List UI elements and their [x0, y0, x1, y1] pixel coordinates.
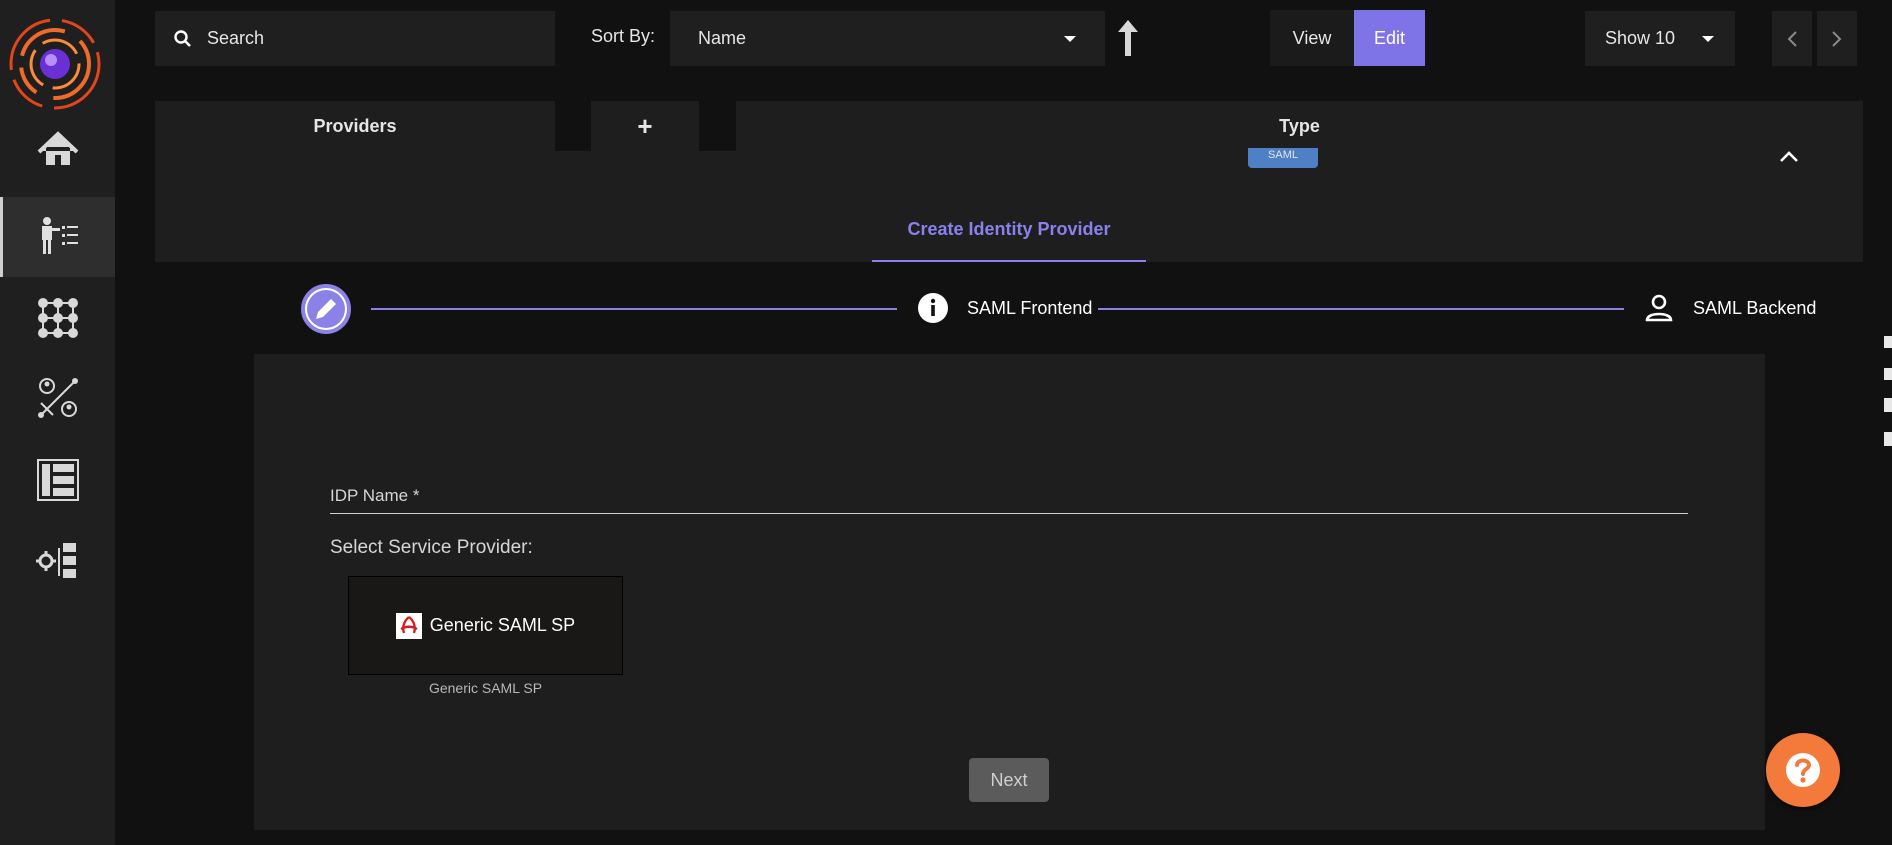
home-icon	[37, 131, 78, 165]
sidebar-item-layout[interactable]	[0, 440, 115, 520]
column-header-type-label: Type	[1279, 115, 1320, 136]
next-button[interactable]: Next	[969, 758, 1049, 802]
column-header-type[interactable]: Type	[736, 101, 1863, 151]
logo-icon	[9, 18, 101, 110]
page-size-value: Show 10	[1605, 28, 1676, 48]
step-saml-frontend-label: SAML Frontend	[967, 298, 1093, 318]
step-edit[interactable]	[301, 284, 351, 334]
service-provider-card-generic-saml[interactable]: Generic SAML SP	[348, 576, 623, 675]
view-button[interactable]: View	[1270, 10, 1354, 66]
next-page-button[interactable]	[1817, 11, 1857, 66]
column-header-providers-label: Providers	[313, 115, 397, 136]
add-provider-button[interactable]: +	[591, 101, 699, 151]
sidebar-item-home[interactable]	[0, 110, 115, 190]
sidebar-item-grid[interactable]	[0, 278, 115, 358]
sort-direction-button[interactable]	[1112, 18, 1144, 58]
type-badge: SAML	[1248, 148, 1318, 168]
chevron-up-icon	[1780, 151, 1798, 162]
page-size-select[interactable]: Show 10	[1585, 11, 1735, 66]
help-button[interactable]	[1766, 733, 1840, 807]
service-provider-caption: Generic SAML SP	[428, 680, 543, 696]
tab-create-identity-provider[interactable]: Create Identity Provider	[872, 199, 1146, 262]
search-box[interactable]	[155, 11, 555, 66]
layout-list-icon	[36, 459, 79, 501]
step-connector	[371, 308, 897, 310]
sidebar-item-providers[interactable]	[0, 197, 115, 277]
column-header-providers[interactable]: Providers	[155, 101, 555, 151]
presenter-list-icon	[42, 217, 78, 254]
saml-logo-icon	[395, 612, 422, 639]
chevron-left-icon	[1787, 30, 1797, 47]
search-icon	[174, 29, 191, 47]
plus-icon: +	[637, 110, 653, 141]
sidebar	[0, 0, 115, 845]
app-logo[interactable]	[7, 16, 103, 112]
edge-fragment	[1884, 398, 1892, 412]
sidebar-item-settings[interactable]	[0, 521, 115, 601]
node-grid-icon	[37, 298, 78, 338]
search-input[interactable]	[205, 27, 529, 50]
step-saml-backend-icon[interactable]	[1643, 292, 1675, 324]
arrow-up-icon	[1118, 20, 1138, 56]
person-icon	[1645, 294, 1673, 322]
user-network-icon	[37, 378, 78, 418]
step-saml-frontend-icon[interactable]	[917, 292, 949, 324]
idp-name-input[interactable]	[330, 478, 1688, 514]
prev-page-button[interactable]	[1772, 11, 1812, 66]
edge-fragment	[1884, 368, 1892, 380]
sort-select-value: Name	[698, 28, 747, 48]
step-connector	[1098, 308, 1624, 310]
sidebar-item-users-network[interactable]	[0, 358, 115, 438]
info-icon	[918, 293, 948, 323]
caret-down-icon	[1064, 35, 1076, 42]
sort-by-label: Sort By:	[591, 26, 656, 46]
tab-create-identity-provider-label: Create Identity Provider	[907, 219, 1111, 239]
view-edit-toggle: View Edit	[1270, 10, 1425, 66]
edit-button[interactable]: Edit	[1354, 10, 1425, 66]
pencil-icon	[301, 284, 351, 334]
sort-select[interactable]: Name	[670, 11, 1105, 66]
caret-down-icon	[1702, 35, 1714, 42]
collapse-row-button[interactable]	[1778, 146, 1800, 168]
edge-fragment	[1884, 336, 1892, 348]
chevron-right-icon	[1832, 30, 1842, 47]
edge-fragment	[1884, 432, 1892, 446]
service-provider-card-label: Generic SAML SP	[429, 615, 576, 635]
table-row	[155, 151, 1863, 199]
help-question-icon	[1786, 753, 1820, 787]
select-service-provider-label: Select Service Provider:	[330, 537, 533, 558]
step-saml-backend-label: SAML Backend	[1693, 298, 1817, 318]
gear-tree-icon	[35, 543, 76, 578]
